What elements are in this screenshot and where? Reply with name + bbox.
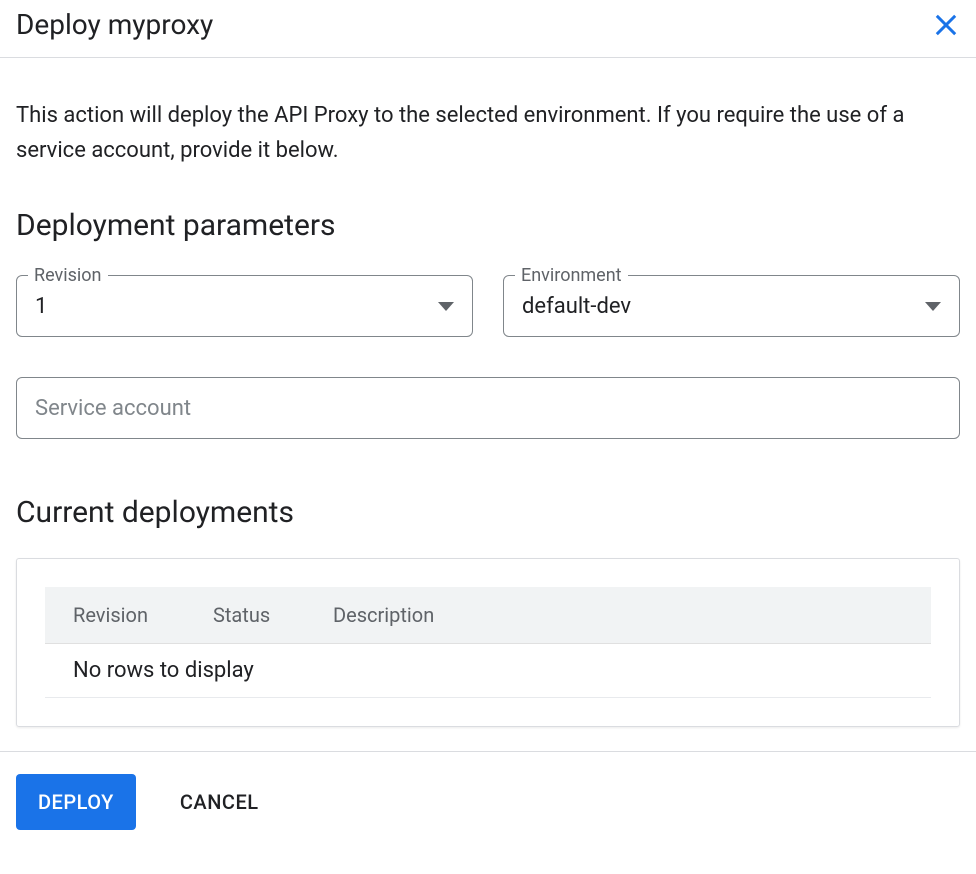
table-empty-text: No rows to display [73,658,254,683]
cancel-button[interactable]: CANCEL [180,790,259,814]
deploy-button[interactable]: DEPLOY [16,774,136,830]
revision-field: Revision 1 [16,275,473,337]
environment-value: default-dev [522,294,631,319]
close-icon[interactable] [932,11,960,39]
deployments-table-card: Revision Status Description No rows to d… [16,558,960,727]
environment-label: Environment [515,265,628,286]
service-account-input[interactable] [35,396,941,421]
column-header-description: Description [333,603,903,627]
chevron-down-icon [438,302,454,311]
dialog-content: This action will deploy the API Proxy to… [0,58,976,751]
dialog-title: Deploy myproxy [16,8,213,41]
deployments-heading: Current deployments [16,495,960,530]
service-account-field[interactable] [16,377,960,439]
column-header-status: Status [213,603,333,627]
environment-field: Environment default-dev [503,275,960,337]
dialog-description: This action will deploy the API Proxy to… [16,98,960,168]
parameters-row: Revision 1 Environment default-dev [16,275,960,337]
dialog-header: Deploy myproxy [0,0,976,58]
column-header-revision: Revision [73,603,213,627]
dialog-footer: DEPLOY CANCEL [0,751,976,852]
revision-value: 1 [35,294,47,319]
table-empty-row: No rows to display [45,644,931,698]
chevron-down-icon [925,302,941,311]
revision-label: Revision [28,265,108,286]
table-header-row: Revision Status Description [45,587,931,644]
parameters-heading: Deployment parameters [16,208,960,243]
